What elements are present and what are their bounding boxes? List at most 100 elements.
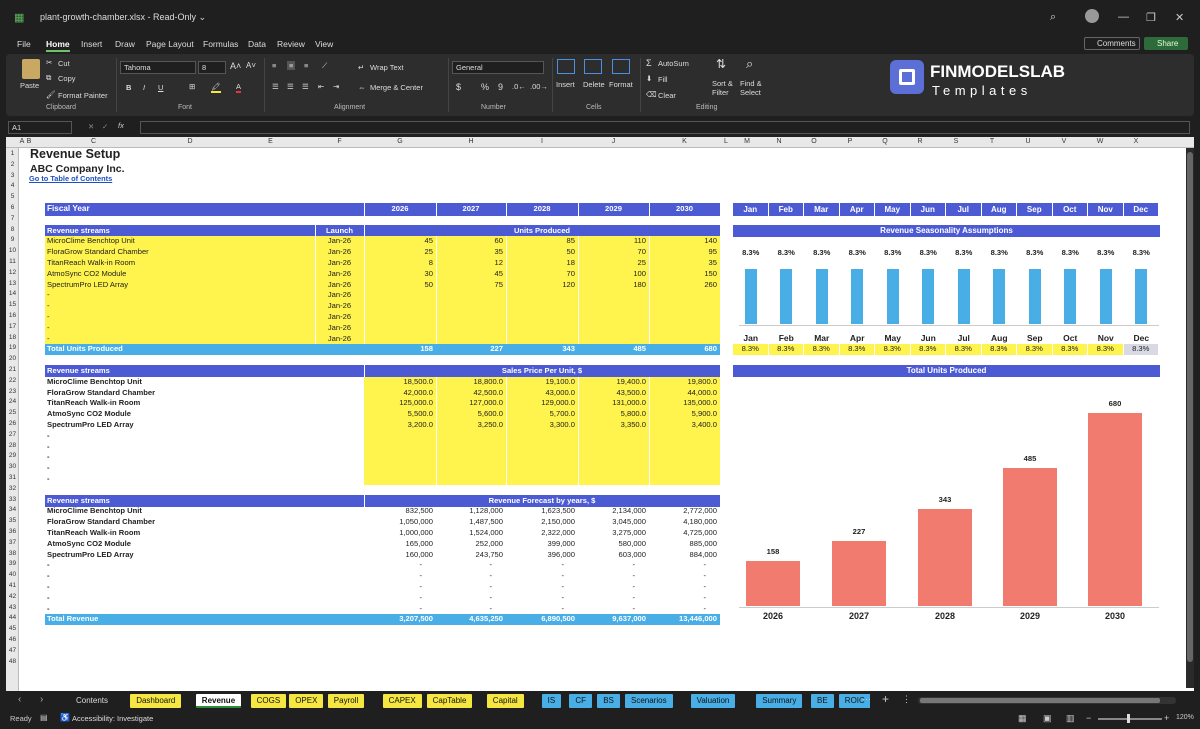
align-center-icon[interactable]: ☰: [287, 82, 294, 91]
price-value[interactable]: 5,500.0: [364, 409, 433, 420]
units-value[interactable]: 85: [506, 236, 575, 247]
units-value[interactable]: 260: [649, 280, 717, 291]
search-icon[interactable]: ⌕: [1050, 11, 1056, 24]
delete-button[interactable]: Delete: [583, 80, 605, 89]
scrollbar-thumb[interactable]: [1187, 152, 1193, 662]
revenue-value[interactable]: 832,500: [364, 506, 433, 517]
revenue-value-blank[interactable]: -: [649, 571, 706, 582]
macro-icon[interactable]: ▤: [40, 713, 48, 722]
launch-date[interactable]: Jan-26: [315, 323, 364, 334]
units-value[interactable]: 35: [436, 247, 503, 258]
column-header-g[interactable]: G: [364, 138, 436, 145]
revenue-value[interactable]: 1,128,000: [436, 506, 503, 517]
row-header-14[interactable]: 14: [6, 289, 19, 300]
revenue-value-blank[interactable]: -: [364, 593, 422, 604]
revenue-value-blank[interactable]: -: [364, 560, 422, 571]
row-header-33[interactable]: 33: [6, 495, 19, 506]
row-header-2[interactable]: 2: [6, 160, 19, 171]
revenue-value[interactable]: 3,045,000: [578, 517, 646, 528]
revenue-value[interactable]: 1,524,000: [436, 528, 503, 539]
row-header-35[interactable]: 35: [6, 516, 19, 527]
revenue-value[interactable]: 603,000: [578, 550, 646, 561]
row-header-25[interactable]: 25: [6, 408, 19, 419]
price-value[interactable]: 43,500.0: [578, 388, 646, 399]
column-header-l[interactable]: L: [720, 138, 732, 145]
units-value[interactable]: 45: [436, 269, 503, 280]
find-select-button[interactable]: Find & Select: [740, 79, 768, 97]
toc-link[interactable]: Go to Table of Contents: [29, 174, 112, 185]
bold-icon[interactable]: B: [126, 83, 131, 92]
price-value[interactable]: 18,800.0: [436, 377, 503, 388]
column-header-p[interactable]: P: [832, 138, 868, 145]
revenue-value[interactable]: 243,750: [436, 550, 503, 561]
row-header-3[interactable]: 3: [6, 171, 19, 182]
row-header-10[interactable]: 10: [6, 246, 19, 257]
row-header-27[interactable]: 27: [6, 430, 19, 441]
sheet-tab-capital[interactable]: Capital: [486, 694, 524, 708]
price-value[interactable]: 42,000.0: [364, 388, 433, 399]
column-header-n[interactable]: N: [762, 138, 796, 145]
column-header-b[interactable]: B: [25, 138, 33, 145]
units-value[interactable]: 25: [578, 258, 646, 269]
revenue-value-blank[interactable]: -: [578, 604, 635, 615]
revenue-value[interactable]: 4,180,000: [649, 517, 717, 528]
enter-icon[interactable]: ✓: [102, 122, 108, 131]
format-cells-icon[interactable]: [612, 59, 630, 74]
cut-icon[interactable]: ✂: [46, 58, 52, 67]
price-value[interactable]: 18,500.0: [364, 377, 433, 388]
seasonality-input-value[interactable]: 8.3%: [1017, 344, 1052, 355]
zoom-out-icon[interactable]: −: [1086, 713, 1091, 723]
row-header-7[interactable]: 7: [6, 214, 19, 225]
revenue-value[interactable]: 2,150,000: [506, 517, 575, 528]
launch-date[interactable]: Jan-26: [315, 312, 364, 323]
font-color-icon[interactable]: A: [236, 82, 242, 93]
units-value[interactable]: 95: [649, 247, 717, 258]
number-format-select[interactable]: General: [452, 61, 544, 74]
price-value[interactable]: 44,000.0: [649, 388, 717, 399]
sheet-tab-valuation[interactable]: Valuation: [690, 694, 736, 708]
comments-button[interactable]: Comments: [1084, 37, 1140, 50]
menu-insert[interactable]: Insert: [81, 39, 102, 49]
row-header-28[interactable]: 28: [6, 441, 19, 452]
revenue-value-blank[interactable]: -: [506, 604, 564, 615]
units-value[interactable]: 25: [364, 247, 433, 258]
paste-icon[interactable]: [22, 59, 40, 79]
zoom-in-icon[interactable]: +: [1164, 713, 1169, 723]
row-header-24[interactable]: 24: [6, 397, 19, 408]
units-value[interactable]: 70: [578, 247, 646, 258]
merge-center-button[interactable]: Merge & Center: [370, 83, 423, 92]
revenue-value[interactable]: 396,000: [506, 550, 575, 561]
stream-name-blank[interactable]: -: [47, 312, 50, 323]
column-header-e[interactable]: E: [226, 138, 315, 145]
clear-icon[interactable]: ⌫: [646, 90, 657, 99]
sort-filter-icon[interactable]: ⇅: [716, 57, 726, 71]
sheet-tab-payroll[interactable]: Payroll: [327, 694, 365, 708]
revenue-value-blank[interactable]: -: [506, 593, 564, 604]
menu-file[interactable]: File: [17, 39, 31, 49]
copy-button[interactable]: Copy: [58, 74, 76, 83]
row-header-36[interactable]: 36: [6, 527, 19, 538]
row-header-40[interactable]: 40: [6, 570, 19, 581]
seasonality-input-value[interactable]: 8.3%: [733, 344, 768, 355]
menu-view[interactable]: View: [315, 39, 333, 49]
seasonality-input-value[interactable]: 8.3%: [946, 344, 981, 355]
revenue-value-blank[interactable]: -: [436, 593, 492, 604]
revenue-value[interactable]: 1,050,000: [364, 517, 433, 528]
revenue-value[interactable]: 165,000: [364, 539, 433, 550]
units-value[interactable]: 75: [436, 280, 503, 291]
price-value[interactable]: 5,800.0: [578, 409, 646, 420]
stream-name[interactable]: SpectrumPro LED Array: [47, 280, 128, 291]
revenue-value[interactable]: 1,623,500: [506, 506, 575, 517]
align-right-icon[interactable]: ☰: [302, 82, 309, 91]
sheet-tab-revenue[interactable]: Revenue: [195, 694, 242, 708]
row-header-47[interactable]: 47: [6, 646, 19, 657]
align-top-icon[interactable]: ≡: [272, 61, 276, 70]
revenue-value[interactable]: 3,275,000: [578, 528, 646, 539]
row-header-30[interactable]: 30: [6, 462, 19, 473]
revenue-value-blank[interactable]: -: [436, 560, 492, 571]
row-header-31[interactable]: 31: [6, 473, 19, 484]
row-header-38[interactable]: 38: [6, 549, 19, 560]
format-painter-button[interactable]: Format Painter: [58, 91, 108, 100]
add-sheet-icon[interactable]: +: [882, 692, 889, 706]
orientation-icon[interactable]: ⟋: [322, 61, 327, 71]
